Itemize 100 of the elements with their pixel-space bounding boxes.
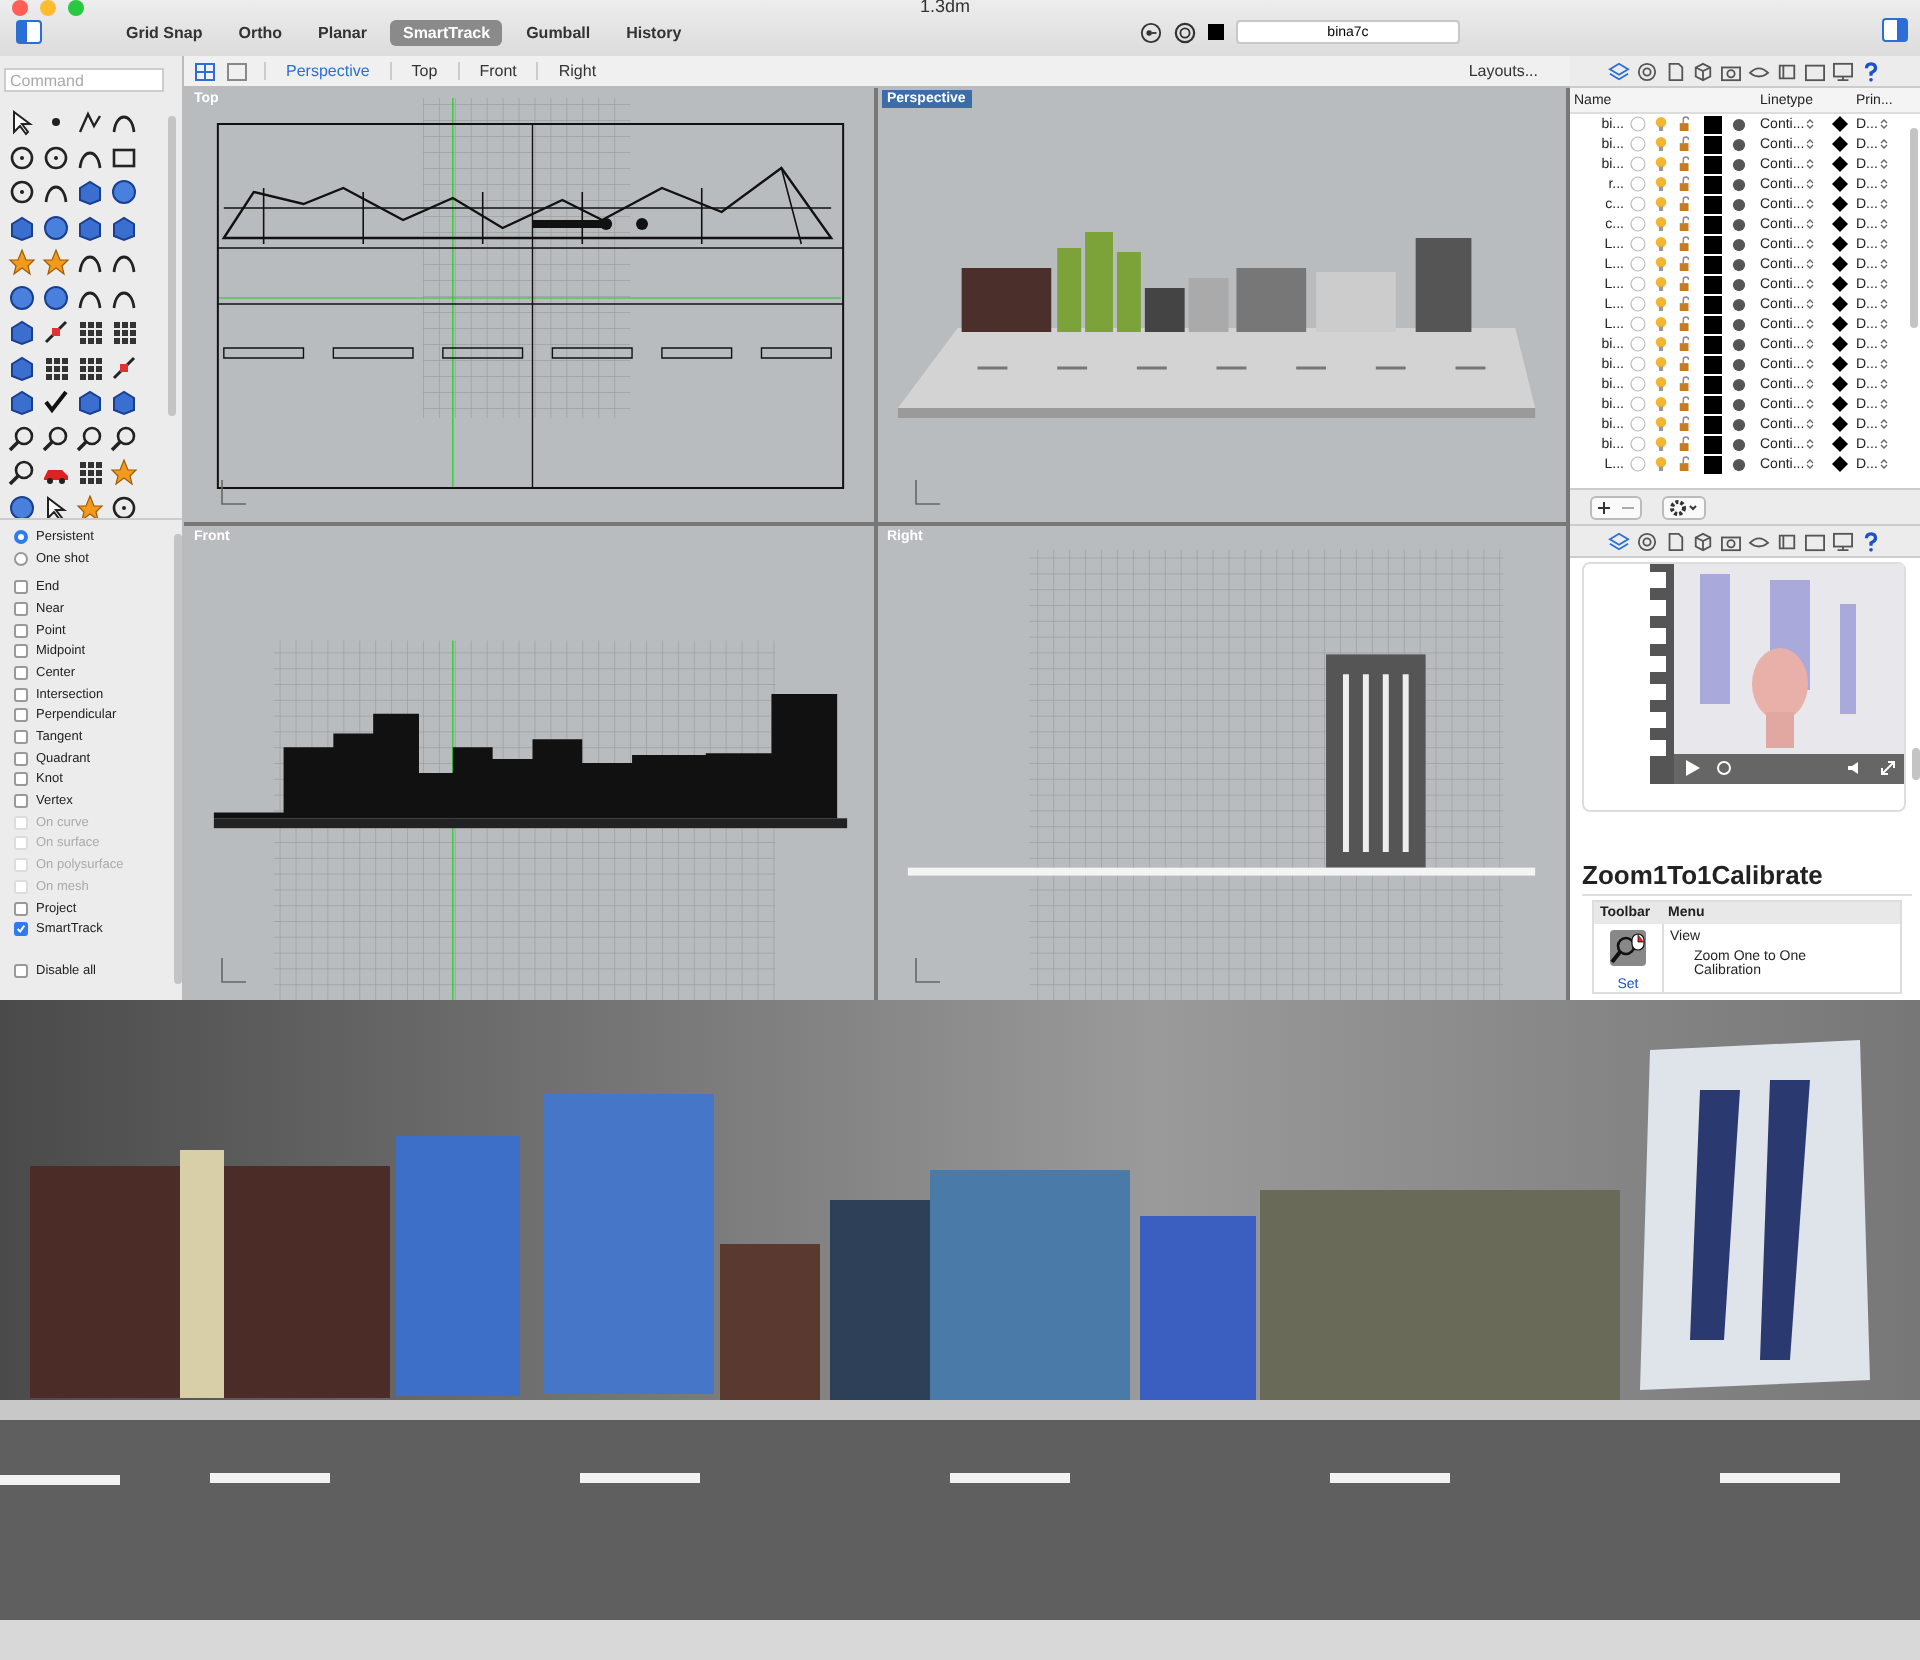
- grid-icon[interactable]: [42, 353, 70, 381]
- stepper-icon[interactable]: [1879, 158, 1888, 170]
- light-bulb-icon[interactable]: [1654, 456, 1668, 472]
- lock-icon[interactable]: [1678, 276, 1692, 292]
- sidebar-toggle-icon[interactable]: [1882, 18, 1908, 42]
- cube-icon[interactable]: [110, 213, 138, 241]
- page-icon[interactable]: [1776, 531, 1798, 551]
- star-icon[interactable]: [8, 248, 36, 276]
- stepper-icon[interactable]: [1879, 278, 1888, 290]
- record-icon[interactable]: [1140, 21, 1162, 43]
- window-icon[interactable]: [1804, 61, 1826, 81]
- stepper-icon[interactable]: [1879, 338, 1888, 350]
- stepper-icon[interactable]: [1806, 438, 1815, 450]
- monitor-icon[interactable]: [1832, 61, 1854, 81]
- settings-icon[interactable]: [1668, 497, 1700, 517]
- toggle-button[interactable]: Ortho: [226, 19, 295, 45]
- line-icon[interactable]: [42, 318, 70, 346]
- star-icon[interactable]: [110, 458, 138, 486]
- stepper-icon[interactable]: [1879, 458, 1888, 470]
- cube-icon[interactable]: [8, 353, 36, 381]
- document-icon[interactable]: [1664, 61, 1686, 81]
- lock-icon[interactable]: [1678, 216, 1692, 232]
- checkbox[interactable]: [14, 708, 28, 723]
- color-swatch[interactable]: [1704, 135, 1722, 153]
- stepper-icon[interactable]: [1806, 278, 1815, 290]
- cube-icon[interactable]: [1692, 61, 1714, 81]
- circle-icon[interactable]: [8, 143, 36, 171]
- cube-icon[interactable]: [8, 213, 36, 241]
- target-icon[interactable]: [1636, 61, 1658, 81]
- cube-icon[interactable]: [76, 178, 104, 206]
- pointer-icon[interactable]: [42, 493, 70, 518]
- checkbox[interactable]: [14, 601, 28, 616]
- color-swatch[interactable]: [1704, 355, 1722, 373]
- checkbox[interactable]: [14, 922, 28, 937]
- light-bulb-icon[interactable]: [1654, 176, 1668, 192]
- light-bulb-icon[interactable]: [1654, 396, 1668, 412]
- sphere-icon[interactable]: [8, 283, 36, 311]
- lock-icon[interactable]: [1678, 136, 1692, 152]
- toggle-button[interactable]: History: [614, 19, 694, 45]
- close-button[interactable]: [12, 0, 28, 16]
- light-bulb-icon[interactable]: [1654, 216, 1668, 232]
- color-swatch[interactable]: [1704, 195, 1722, 213]
- color-swatch[interactable]: [1704, 375, 1722, 393]
- stepper-icon[interactable]: [1806, 418, 1815, 430]
- light-bulb-icon[interactable]: [1654, 196, 1668, 212]
- color-swatch[interactable]: [1704, 115, 1722, 133]
- help-icon[interactable]: [1860, 531, 1882, 551]
- light-bulb-icon[interactable]: [1654, 256, 1668, 272]
- lock-icon[interactable]: [1678, 236, 1692, 252]
- line-icon[interactable]: [110, 353, 138, 381]
- lock-icon[interactable]: [1678, 116, 1692, 132]
- lock-icon[interactable]: [1678, 296, 1692, 312]
- color-swatch[interactable]: [1704, 455, 1722, 473]
- light-bulb-icon[interactable]: [1654, 416, 1668, 432]
- stepper-icon[interactable]: [1879, 198, 1888, 210]
- checkbox[interactable]: [14, 901, 28, 916]
- lock-icon[interactable]: [1678, 256, 1692, 272]
- camera-icon[interactable]: [1720, 531, 1742, 551]
- stepper-icon[interactable]: [1806, 218, 1815, 230]
- magnifier-icon[interactable]: [42, 423, 70, 451]
- stepper-icon[interactable]: [1806, 458, 1815, 470]
- stepper-icon[interactable]: [1806, 118, 1815, 130]
- light-bulb-icon[interactable]: [1654, 436, 1668, 452]
- monitor-icon[interactable]: [1832, 531, 1854, 551]
- command-field[interactable]: Command: [4, 68, 164, 92]
- check-icon[interactable]: [42, 388, 70, 416]
- target-icon[interactable]: [1174, 21, 1196, 43]
- color-swatch[interactable]: [1704, 235, 1722, 253]
- stepper-icon[interactable]: [1879, 138, 1888, 150]
- checkbox[interactable]: [14, 730, 28, 745]
- view-tab[interactable]: Right: [536, 62, 617, 80]
- view-tab[interactable]: Top: [389, 62, 458, 80]
- add-icon[interactable]: [1592, 497, 1616, 517]
- star-icon[interactable]: [76, 493, 104, 518]
- color-swatch[interactable]: [1704, 315, 1722, 333]
- circle-icon[interactable]: [8, 178, 36, 206]
- stepper-icon[interactable]: [1879, 438, 1888, 450]
- checkbox[interactable]: [14, 687, 28, 702]
- lock-icon[interactable]: [1678, 316, 1692, 332]
- light-bulb-icon[interactable]: [1654, 316, 1668, 332]
- stepper-icon[interactable]: [1806, 358, 1815, 370]
- stepper-icon[interactable]: [1879, 178, 1888, 190]
- light-bulb-icon[interactable]: [1654, 236, 1668, 252]
- lock-icon[interactable]: [1678, 416, 1692, 432]
- page-icon[interactable]: [1776, 61, 1798, 81]
- replay-icon[interactable]: [1716, 760, 1732, 776]
- stepper-icon[interactable]: [1879, 258, 1888, 270]
- lock-icon[interactable]: [1678, 176, 1692, 192]
- stepper-icon[interactable]: [1806, 398, 1815, 410]
- light-bulb-icon[interactable]: [1654, 356, 1668, 372]
- checkbox[interactable]: [14, 665, 28, 680]
- sphere-icon[interactable]: [110, 178, 138, 206]
- radio-button[interactable]: [14, 529, 28, 544]
- color-swatch[interactable]: [1704, 335, 1722, 353]
- pointer-icon[interactable]: [8, 108, 36, 136]
- sidebar-toggle-icon[interactable]: [16, 20, 42, 44]
- light-bulb-icon[interactable]: [1654, 376, 1668, 392]
- stepper-icon[interactable]: [1806, 238, 1815, 250]
- polyline-icon[interactable]: [76, 108, 104, 136]
- cube-icon[interactable]: [110, 388, 138, 416]
